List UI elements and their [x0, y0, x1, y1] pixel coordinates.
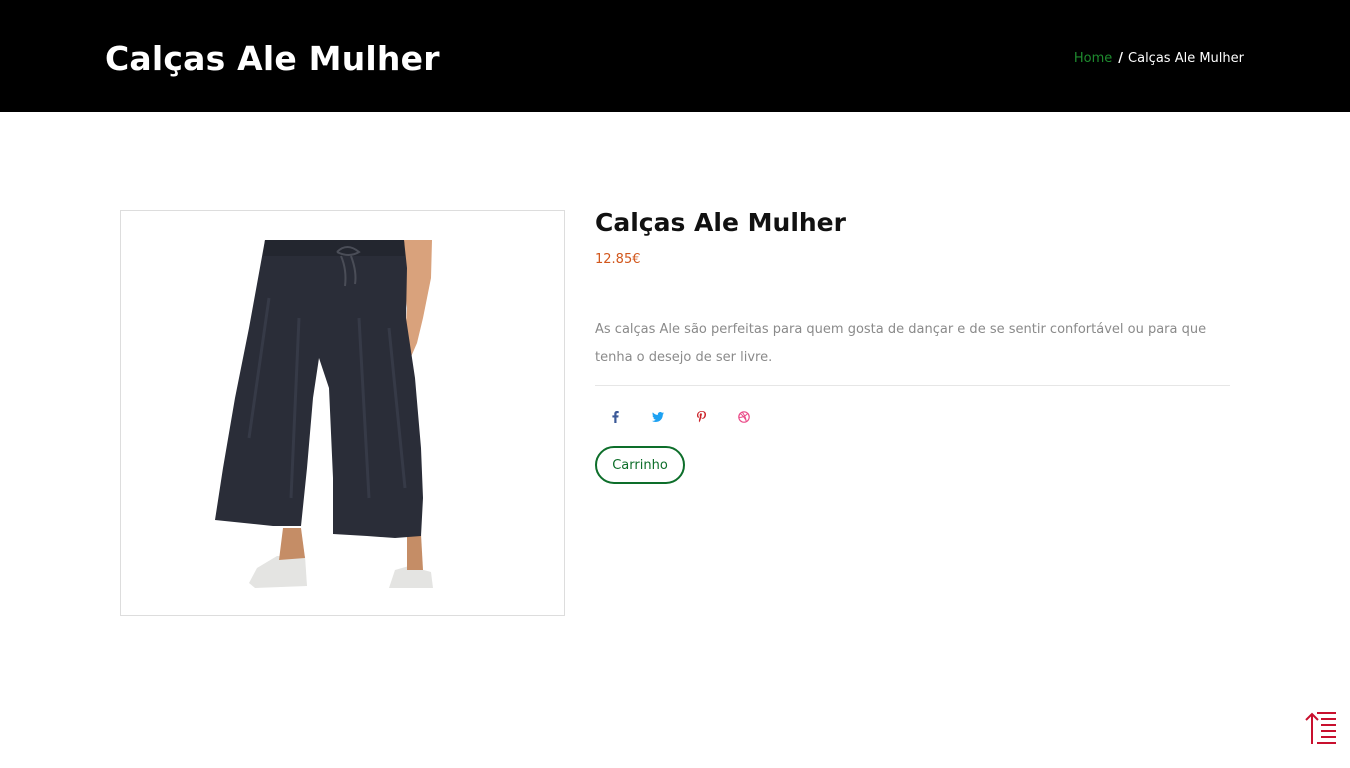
- breadcrumb: Home / Calças Ale Mulher: [1074, 50, 1244, 68]
- breadcrumb-home-link[interactable]: Home: [1074, 50, 1112, 68]
- twitter-icon[interactable]: [652, 410, 664, 424]
- scroll-to-top-icon[interactable]: [1302, 710, 1338, 746]
- page-header: Calças Ale Mulher Home / Calças Ale Mulh…: [0, 0, 1350, 112]
- product-image[interactable]: [120, 210, 565, 616]
- facebook-icon[interactable]: [609, 410, 621, 424]
- product-price: 12.85€: [595, 252, 641, 267]
- divider: [595, 385, 1230, 386]
- breadcrumb-current: Calças Ale Mulher: [1128, 51, 1244, 66]
- pinterest-icon[interactable]: [695, 410, 707, 424]
- product-description: As calças Ale são perfeitas para quem go…: [595, 322, 1207, 365]
- product-photo: [215, 240, 433, 588]
- page-title: Calças Ale Mulher: [105, 39, 440, 78]
- product-title: Calças Ale Mulher: [595, 208, 846, 237]
- social-share: [595, 408, 1230, 426]
- dribbble-icon[interactable]: [738, 410, 750, 424]
- breadcrumb-separator: /: [1118, 51, 1124, 66]
- add-to-cart-button[interactable]: Carrinho: [595, 446, 685, 484]
- product-info: Calças Ale Mulher 12.85€ As calças Ale s…: [595, 205, 1230, 484]
